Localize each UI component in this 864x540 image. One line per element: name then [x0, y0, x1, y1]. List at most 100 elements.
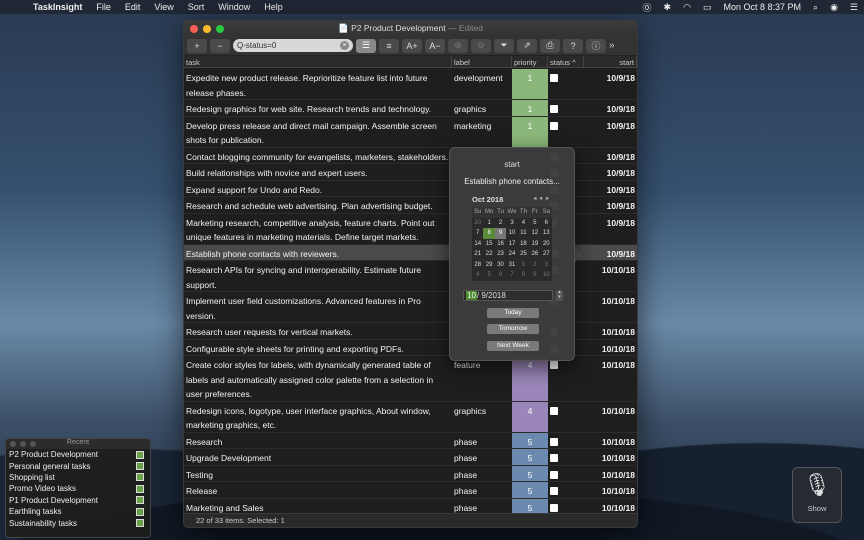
status-cell[interactable]	[548, 466, 584, 482]
calendar-nav-icon[interactable]: ◂●▸	[533, 195, 552, 204]
calendar-day[interactable]: 6	[495, 270, 506, 281]
recent-item[interactable]: Sustainability tasks	[6, 517, 150, 528]
calendar-day[interactable]: 23	[495, 249, 506, 260]
start-cell[interactable]: 10/10/18	[584, 323, 637, 339]
status-checkbox[interactable]	[550, 105, 558, 113]
status-cell[interactable]	[548, 482, 584, 498]
start-cell[interactable]: 10/9/18	[584, 100, 637, 116]
calendar-day[interactable]: 8	[518, 270, 529, 281]
spotlight-icon[interactable]: ⌕	[807, 2, 824, 13]
start-cell[interactable]: 10/10/18	[584, 482, 637, 498]
recent-item[interactable]: Shopping list	[6, 472, 150, 483]
recent-item[interactable]: Promo Video tasks	[6, 483, 150, 494]
calendar-day[interactable]: 15	[483, 239, 494, 250]
task-cell[interactable]: Expedite new product release. Reprioriti…	[184, 69, 452, 99]
recent-item[interactable]: P1 Product Development	[6, 495, 150, 506]
calendar-day[interactable]: 2	[495, 218, 506, 229]
column-status[interactable]: status ^	[548, 56, 584, 67]
zoom-button[interactable]	[216, 24, 224, 33]
table-row[interactable]: Redesign icons, logotype, user interface…	[184, 401, 637, 433]
task-cell[interactable]: Research	[184, 433, 452, 449]
status-checkbox[interactable]	[550, 437, 558, 446]
calendar-day[interactable]: 4	[472, 270, 483, 281]
calendar-day[interactable]: 31	[506, 260, 517, 271]
calendar-day[interactable]: 30	[472, 218, 483, 229]
recent-close-button[interactable]	[10, 441, 16, 447]
label-cell[interactable]: development	[452, 69, 512, 99]
calendar-day[interactable]: 4	[518, 218, 529, 229]
status-cell[interactable]	[548, 69, 584, 99]
label-cell[interactable]: feature	[452, 356, 512, 401]
notification-center-icon[interactable]: ☰	[844, 2, 864, 13]
task-cell[interactable]: Testing	[184, 466, 452, 482]
start-cell[interactable]: 10/10/18	[584, 340, 637, 356]
date-stepper[interactable]: ▴ ▾	[556, 289, 563, 301]
table-row[interactable]: Upgrade Development phase 5 10/10/18	[184, 449, 637, 466]
task-cell[interactable]: Research and schedule web advertising. P…	[184, 197, 452, 213]
calendar-day[interactable]: 29	[483, 260, 494, 271]
task-cell[interactable]: Establish phone contacts with reviewers.	[184, 245, 452, 261]
calendar-day[interactable]: 2	[529, 260, 540, 271]
calendar-day[interactable]: 25	[518, 249, 529, 260]
calendar-day[interactable]: 14	[472, 239, 483, 250]
list-view-button[interactable]: ☰	[356, 38, 376, 53]
recent-item[interactable]: P2 Product Development	[6, 449, 150, 460]
bigger-font-button[interactable]: A+	[402, 38, 422, 53]
priority-cell[interactable]: 1	[512, 116, 548, 147]
label-cell[interactable]: marketing	[452, 117, 512, 147]
label-cell[interactable]: phase	[452, 482, 512, 498]
recent-minimize-button[interactable]	[20, 441, 26, 447]
start-cell[interactable]: 10/9/18	[584, 117, 637, 147]
recent-zoom-button[interactable]	[30, 441, 36, 447]
calendar-day[interactable]: 9	[529, 270, 540, 281]
start-cell[interactable]: 10/9/18	[584, 181, 637, 197]
toolbar-overflow-icon[interactable]: »	[609, 40, 615, 51]
column-start[interactable]: start	[584, 56, 637, 67]
next-week-button[interactable]: Next Week	[487, 341, 539, 351]
filter-icon[interactable]: ⏷	[494, 38, 514, 53]
label-cell[interactable]: phase	[452, 466, 512, 482]
calendar-day[interactable]: 26	[529, 249, 540, 260]
start-cell[interactable]: 10/10/18	[584, 449, 637, 465]
status-checkbox[interactable]	[550, 74, 558, 82]
calendar-day[interactable]: 9	[494, 228, 507, 239]
calendar-day[interactable]: 13	[541, 228, 552, 239]
search-field[interactable]: Q-status=0 ×	[233, 39, 353, 52]
siri-icon[interactable]: ◉	[824, 2, 844, 13]
status-checkbox[interactable]	[550, 503, 558, 512]
task-cell[interactable]: Marketing and Sales	[184, 499, 452, 515]
calendar-day[interactable]: 16	[495, 239, 506, 250]
table-row[interactable]: Research phase 5 10/10/18	[184, 432, 637, 449]
menu-window[interactable]: Window	[211, 2, 257, 12]
outline-view-button[interactable]: ≡	[379, 38, 399, 53]
table-row[interactable]: Develop press release and direct mail ca…	[184, 116, 637, 148]
wifi-icon[interactable]: ◠	[677, 2, 697, 13]
today-button[interactable]: Today	[487, 308, 539, 318]
priority-cell[interactable]: 5	[512, 482, 548, 498]
start-cell[interactable]: 10/9/18	[584, 148, 637, 164]
priority-cell[interactable]: 1	[512, 69, 548, 99]
task-cell[interactable]: Implement user field customizations. Adv…	[184, 292, 452, 322]
status-checkbox[interactable]	[550, 487, 558, 495]
start-cell[interactable]: 10/10/18	[584, 402, 637, 432]
calendar-day[interactable]: 5	[483, 270, 494, 281]
table-row[interactable]: Testing phase 5 10/10/18	[184, 465, 637, 482]
column-task[interactable]: task	[184, 56, 452, 67]
task-cell[interactable]: Build relationships with novice and expe…	[184, 164, 452, 180]
status-cell[interactable]	[548, 100, 584, 116]
table-row[interactable]: Redesign graphics for web site. Research…	[184, 100, 637, 117]
task-cell[interactable]: Redesign icons, logotype, user interface…	[184, 402, 452, 432]
status-checkbox[interactable]	[550, 361, 558, 369]
priority-cell[interactable]: 5	[512, 498, 548, 514]
search-input[interactable]: Q-status=0	[237, 41, 340, 50]
label-cell[interactable]: graphics	[452, 100, 512, 116]
task-cell[interactable]: Upgrade Development	[184, 449, 452, 465]
task-cell[interactable]: Create color styles for labels, with dyn…	[184, 356, 452, 401]
tomorrow-button[interactable]: Tomorrow	[487, 324, 539, 334]
remove-item-button[interactable]: −	[210, 38, 230, 53]
accessibility-icon[interactable]: ⓪	[637, 1, 658, 14]
calendar-day[interactable]: 6	[541, 218, 552, 229]
calendar-day[interactable]: 28	[472, 260, 483, 271]
dictation-panel[interactable]: 🎙 Show	[792, 467, 842, 523]
status-checkbox[interactable]	[550, 406, 558, 415]
